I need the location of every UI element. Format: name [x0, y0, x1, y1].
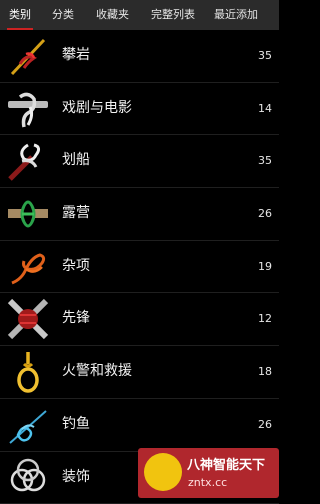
tab-full-list[interactable]: 完整列表 [151, 0, 195, 30]
category-label: 先锋 [62, 293, 90, 344]
tab-favorites[interactable]: 收藏夹 [96, 0, 129, 30]
category-row-fishing[interactable]: 钓鱼 26 [0, 399, 279, 452]
pioneer-knot-icon [6, 297, 50, 341]
category-row-camping[interactable]: 露营 26 [0, 188, 279, 241]
fishing-knot-icon [6, 403, 50, 447]
theater-knot-icon [6, 87, 50, 131]
category-row-pioneer[interactable]: 先锋 12 [0, 293, 279, 346]
category-count: 26 [258, 399, 272, 450]
watermark-url: zntx.cc [188, 476, 227, 489]
category-label: 火警和救援 [62, 346, 132, 397]
tab-label: 完整列表 [151, 8, 195, 21]
watermark-logo-icon [144, 453, 182, 491]
decorative-knot-icon [6, 456, 50, 500]
tab-label: 类别 [9, 8, 31, 21]
climbing-knot-icon [6, 34, 50, 78]
category-row-boating[interactable]: 划船 35 [0, 135, 279, 188]
category-count: 12 [258, 293, 272, 344]
category-row-theater[interactable]: 戏剧与电影 14 [0, 83, 279, 136]
category-tab-bar: 类别 分类 收藏夹 完整列表 最近添加 [0, 0, 279, 30]
category-row-misc[interactable]: 杂项 19 [0, 241, 279, 294]
category-count: 26 [258, 188, 272, 239]
category-row-climbing[interactable]: 攀岩 35 [0, 30, 279, 83]
site-watermark: 八神智能天下 zntx.cc [138, 448, 279, 498]
tab-classification[interactable]: 分类 [52, 0, 74, 30]
tab-label: 分类 [52, 8, 74, 21]
watermark-title: 八神智能天下 [187, 454, 265, 473]
tab-categories[interactable]: 类别 [9, 0, 31, 30]
category-label: 攀岩 [62, 30, 90, 81]
category-count: 35 [258, 30, 272, 81]
category-label: 露营 [62, 188, 90, 239]
tab-label: 收藏夹 [96, 8, 129, 21]
category-row-rescue[interactable]: 火警和救援 18 [0, 346, 279, 399]
category-count: 18 [258, 346, 272, 397]
category-label: 戏剧与电影 [62, 83, 132, 134]
category-list: 攀岩 35 戏剧与电影 14 划船 35 露营 26 [0, 30, 279, 504]
category-count: 14 [258, 83, 272, 134]
category-label: 划船 [62, 135, 90, 186]
tab-recently-added[interactable]: 最近添加 [214, 0, 258, 30]
category-count: 19 [258, 241, 272, 292]
camping-knot-icon [6, 192, 50, 236]
category-count: 35 [258, 135, 272, 186]
misc-knot-icon [6, 245, 50, 289]
category-label: 钓鱼 [62, 399, 90, 450]
boating-knot-icon [6, 139, 50, 183]
tab-label: 最近添加 [214, 8, 258, 21]
rescue-knot-icon [6, 350, 50, 394]
category-label: 杂项 [62, 241, 90, 292]
category-label: 装饰 [62, 452, 90, 503]
